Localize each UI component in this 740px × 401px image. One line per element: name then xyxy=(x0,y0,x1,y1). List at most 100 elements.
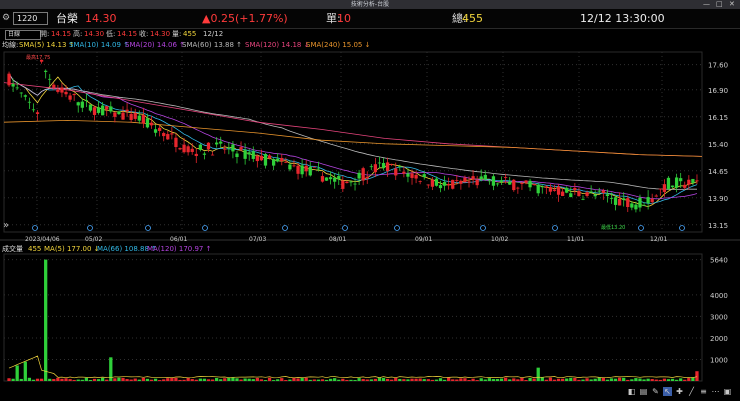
volume-bar xyxy=(333,378,337,381)
volume-bar xyxy=(613,378,618,381)
candle-body xyxy=(259,155,264,161)
event-marker xyxy=(394,225,400,231)
candle-body xyxy=(666,177,671,189)
price-tick-label: 14.65 xyxy=(708,168,728,176)
volume-panel-frame xyxy=(3,253,703,382)
price-axis: 17.60 16.90 16.15 15.40 14.65 13.90 13.15 xyxy=(708,62,728,230)
candle-body xyxy=(548,187,553,192)
volume-bar xyxy=(459,378,463,381)
volume-tick-label: 2000 xyxy=(710,335,728,343)
volume-bar xyxy=(174,377,178,381)
volume-bar xyxy=(536,367,540,381)
candle-body xyxy=(414,174,418,179)
volume-bar xyxy=(304,377,308,381)
candle-body xyxy=(333,177,337,182)
date-tick-label: 07/03 xyxy=(249,236,266,243)
candle-body xyxy=(670,185,675,188)
volume-bar xyxy=(422,379,426,381)
volume-bar xyxy=(158,380,162,381)
volume-bar xyxy=(105,379,109,381)
candle-body xyxy=(451,179,455,189)
date-tick-label: 09/01 xyxy=(415,236,432,243)
volume-bar xyxy=(683,379,687,381)
volume-bar xyxy=(442,379,447,381)
volume-bar xyxy=(463,378,467,381)
candle-body xyxy=(434,178,439,186)
candle-body xyxy=(369,166,373,168)
candle-body xyxy=(190,148,194,152)
trend-icon[interactable]: ╱ xyxy=(687,387,696,396)
volume-bar xyxy=(451,379,455,381)
volume-bar xyxy=(430,379,435,381)
volume-bar xyxy=(569,377,573,381)
candle-body xyxy=(206,142,211,150)
volume-bar xyxy=(520,377,524,381)
text-tool-icon[interactable]: ≡ xyxy=(699,387,708,396)
candle-body xyxy=(288,164,292,170)
volume-legend-value: 455 xyxy=(28,245,42,253)
candle-body xyxy=(467,181,471,183)
candle-body xyxy=(373,164,378,173)
candle-body xyxy=(455,180,459,181)
candle-body xyxy=(683,184,687,188)
volume-bar xyxy=(162,379,166,381)
candle-body xyxy=(491,176,496,186)
volume-bar xyxy=(414,378,418,381)
candle-body xyxy=(182,144,186,153)
candle-body xyxy=(210,154,215,156)
moving-average-lines xyxy=(3,73,703,208)
crosshair-icon[interactable]: ✚ xyxy=(675,387,684,396)
volume-bar xyxy=(438,378,443,381)
candle-body xyxy=(365,176,369,179)
scroll-left-button[interactable]: » xyxy=(3,221,9,231)
candle-body xyxy=(133,112,137,119)
candle-body xyxy=(687,179,691,185)
volume-bar xyxy=(11,378,15,381)
candle-body xyxy=(495,183,500,185)
volume-bar xyxy=(528,377,532,381)
screenshot-icon[interactable]: ▣ xyxy=(723,387,732,396)
volume-bar xyxy=(337,379,341,381)
candle-body xyxy=(52,84,56,88)
candle-body xyxy=(556,186,561,195)
candle-body xyxy=(23,95,27,97)
volume-bar xyxy=(642,379,646,381)
volume-bar xyxy=(64,378,68,381)
volume-bar xyxy=(145,378,150,381)
candle-body xyxy=(145,118,150,128)
candle-body xyxy=(170,133,174,135)
volume-bar xyxy=(308,379,312,381)
event-marker xyxy=(145,225,151,231)
volume-bar xyxy=(312,379,316,381)
volume-bar xyxy=(96,379,101,381)
volume-bar xyxy=(48,378,52,381)
draw-icon[interactable]: ✎ xyxy=(651,387,660,396)
volume-bar xyxy=(385,378,390,381)
volume-bar xyxy=(524,380,528,381)
volume-bar xyxy=(593,378,597,381)
candle-body xyxy=(263,154,268,166)
volume-bar xyxy=(504,377,508,381)
volume-bar xyxy=(361,379,365,381)
volume-bar xyxy=(259,379,264,381)
volume-legend-ma120: MA(120) 170.97 ↑ xyxy=(147,245,212,253)
candle-body xyxy=(312,166,316,168)
volume-bar xyxy=(601,377,605,381)
volume-bar xyxy=(666,379,671,381)
volume-bar xyxy=(674,379,679,381)
volume-bar xyxy=(381,377,386,381)
zoom-icon[interactable]: ◧ xyxy=(627,387,636,396)
candle-body xyxy=(231,144,235,152)
candle-body xyxy=(345,181,349,184)
low-annotation: 最低13.20 xyxy=(601,224,625,231)
candle-body xyxy=(524,180,528,183)
event-marker xyxy=(552,225,558,231)
volume-legend: 成交量 455 MA(5) 177.00 ↓ MA(66) 108.88 ↑ M… xyxy=(0,244,740,255)
candle-body xyxy=(239,147,243,150)
volume-bar xyxy=(206,379,211,381)
candle-body xyxy=(410,173,414,178)
more-icon[interactable]: ⋯ xyxy=(711,387,720,396)
cursor-icon[interactable]: ↖ xyxy=(663,387,672,396)
print-icon[interactable]: ▤ xyxy=(639,387,648,396)
volume-bar xyxy=(280,378,284,381)
